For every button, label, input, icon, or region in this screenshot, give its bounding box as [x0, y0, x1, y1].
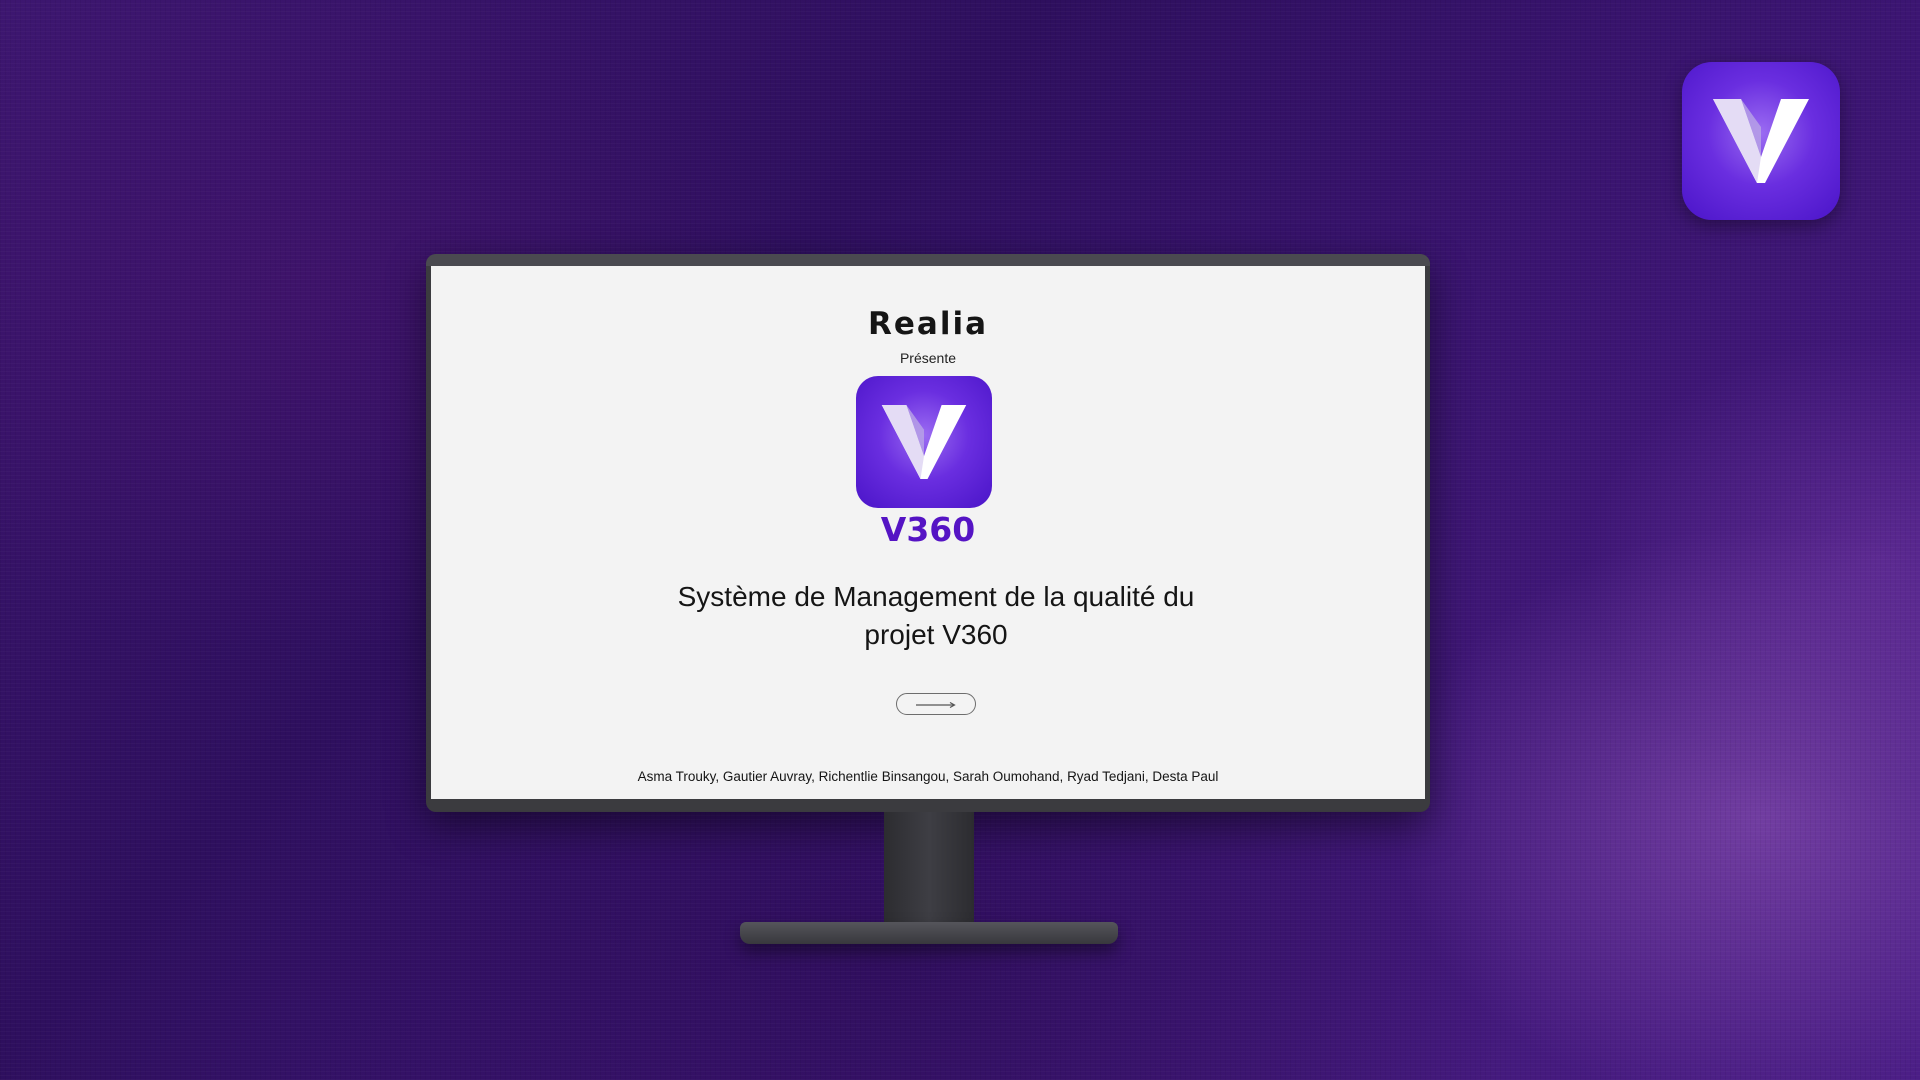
corner-v-logo-icon: [1682, 62, 1840, 220]
monitor-stand-neck: [884, 812, 974, 932]
monitor-stand-base: [740, 922, 1118, 944]
monitor-screen: Realia Présente V360 Système de Manageme…: [431, 266, 1425, 799]
slide-title-line-1: Système de Management de la qualité du: [677, 581, 1195, 612]
v-logo-icon: [856, 376, 992, 508]
slide-title: Système de Management de la qualité du p…: [631, 578, 1241, 654]
next-button[interactable]: [896, 693, 976, 715]
monitor-bezel-top: [426, 254, 1430, 266]
slide-title-line-2: projet V360: [864, 619, 1008, 650]
presents-label: Présente: [899, 350, 957, 366]
app-name: V360: [880, 510, 976, 549]
brand-logo: Realia: [868, 306, 988, 342]
arrow-right-icon: [914, 697, 958, 712]
authors-list: Asma Trouky, Gautier Auvray, Richentlie …: [637, 769, 1219, 784]
monitor: Realia Présente V360 Système de Manageme…: [426, 254, 1430, 812]
